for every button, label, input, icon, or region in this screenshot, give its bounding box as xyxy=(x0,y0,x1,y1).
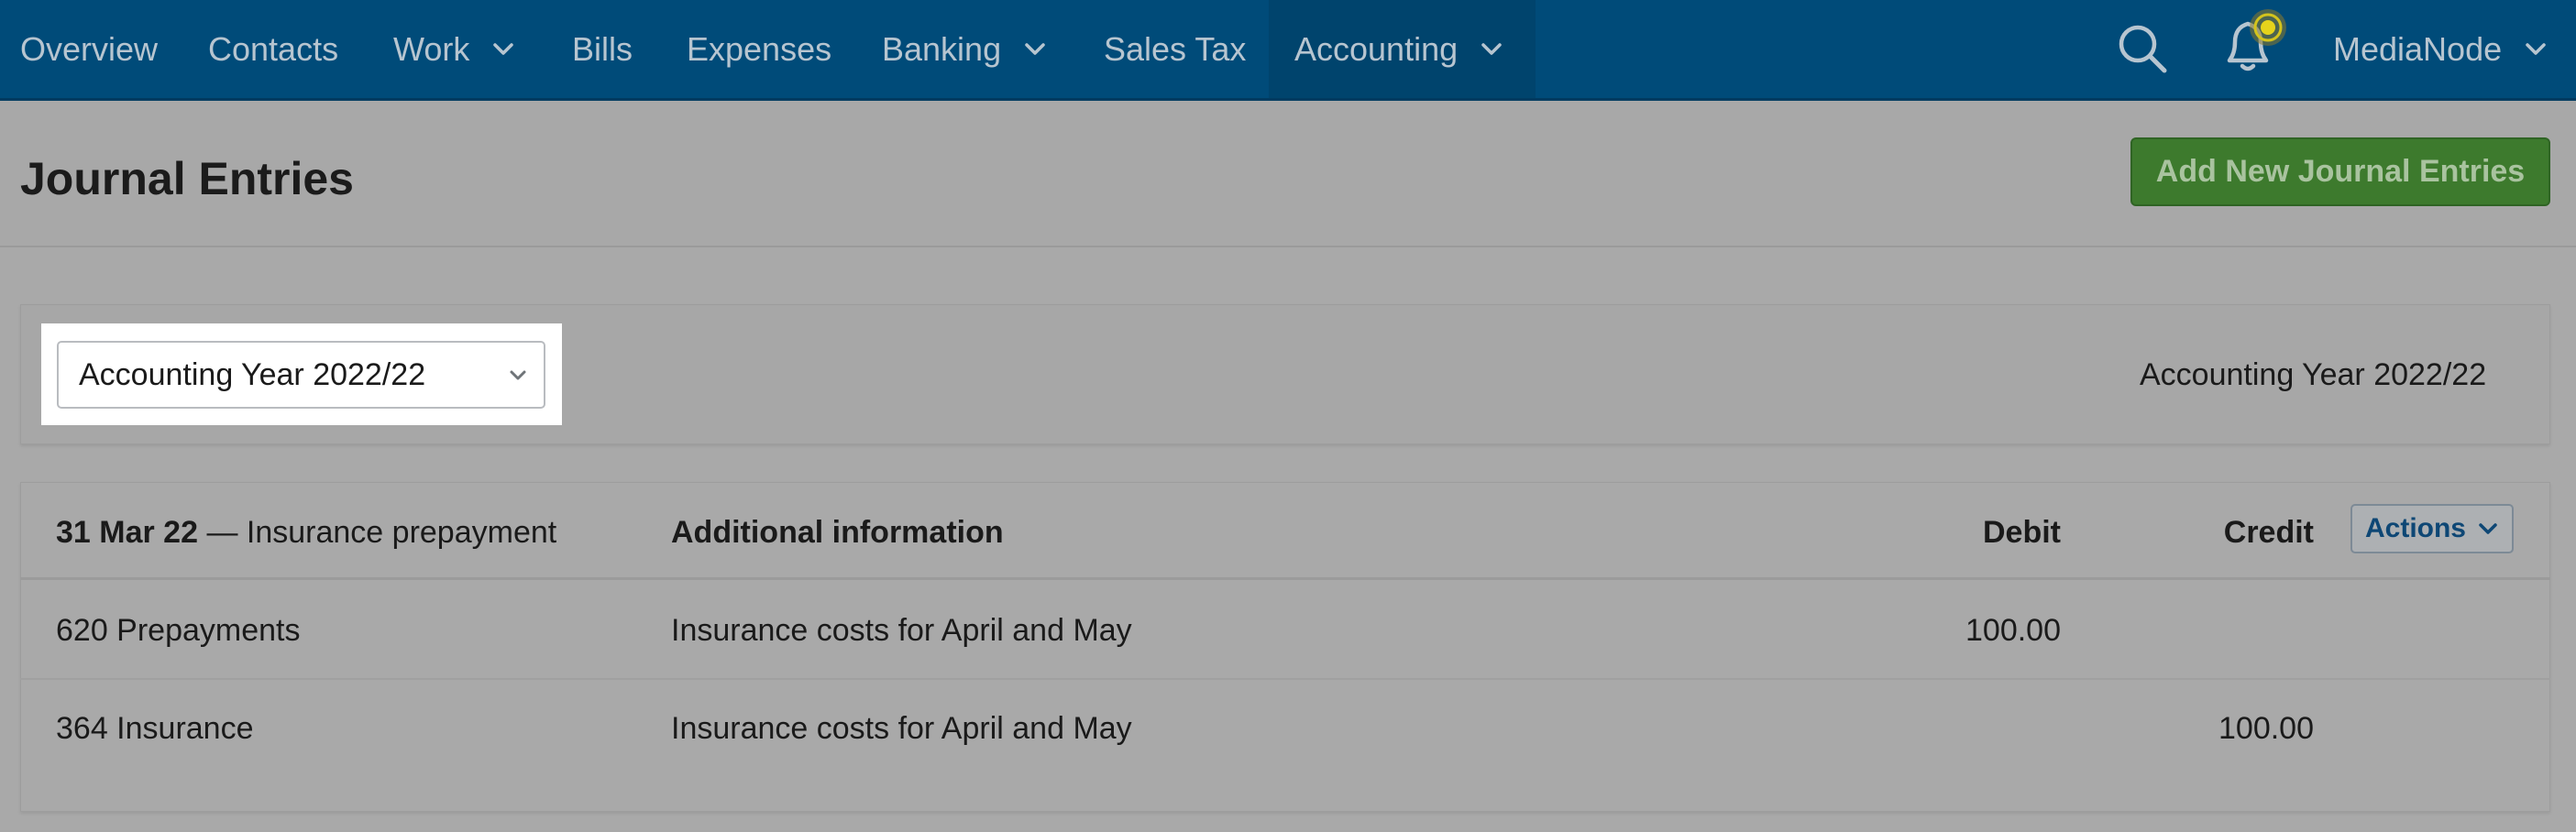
nav-item-work[interactable]: Work xyxy=(393,0,517,98)
column-header-info: Additional information xyxy=(671,515,1004,550)
row-info: Insurance costs for April and May xyxy=(671,711,1132,746)
nav-item-label: Work xyxy=(393,29,470,68)
entry-heading: 31 Mar 22 — Insurance prepayment xyxy=(56,515,556,551)
nav-item-sales-tax[interactable]: Sales Tax xyxy=(1104,0,1246,98)
nav-item-banking[interactable]: Banking xyxy=(882,0,1049,98)
nav-item-label: Overview xyxy=(20,29,159,68)
column-header-credit: Credit xyxy=(2223,515,2314,550)
column-header-debit: Debit xyxy=(1983,515,2061,550)
top-navigation: Overview Contacts Work Bills Expenses Ba… xyxy=(0,0,2576,101)
chevron-down-icon xyxy=(1481,42,1502,55)
row-debit: 100.00 xyxy=(1965,613,2061,648)
accounting-year-select[interactable]: Accounting Year 2022/22 xyxy=(57,341,545,409)
page-title: Journal Entries xyxy=(20,153,354,204)
entry-description: Insurance prepayment xyxy=(246,515,557,550)
bell-icon[interactable] xyxy=(2218,5,2286,75)
nav-item-accounting[interactable]: Accounting xyxy=(1269,0,1536,98)
row-info: Insurance costs for April and May xyxy=(671,613,1132,648)
chevron-down-icon xyxy=(2479,523,2497,534)
row-divider xyxy=(20,678,2550,680)
page-header: Journal Entries Add New Journal Entries xyxy=(0,101,2576,247)
nav-item-expenses[interactable]: Expenses xyxy=(687,0,831,98)
account-name: MediaNode xyxy=(2333,29,2503,68)
chevron-down-icon xyxy=(493,42,514,55)
search-icon[interactable] xyxy=(2116,22,2169,75)
row-credit: 100.00 xyxy=(2218,711,2314,746)
actions-button[interactable]: Actions xyxy=(2350,504,2514,553)
nav-item-contacts[interactable]: Contacts xyxy=(208,0,338,98)
accounting-year-label: Accounting Year 2022/22 xyxy=(2140,357,2487,392)
nav-item-overview[interactable]: Overview xyxy=(20,0,158,98)
row-account: 620 Prepayments xyxy=(56,613,301,648)
row-account: 364 Insurance xyxy=(56,711,254,746)
nav-item-label: Banking xyxy=(882,29,1002,68)
nav-item-label: Expenses xyxy=(687,29,832,68)
nav-item-label: Sales Tax xyxy=(1104,29,1247,68)
entry-date: 31 Mar 22 xyxy=(56,515,198,550)
nav-item-label: Accounting xyxy=(1294,29,1459,68)
nav-item-label: Contacts xyxy=(208,29,339,68)
add-journal-entries-button[interactable]: Add New Journal Entries xyxy=(2130,137,2550,206)
actions-label: Actions xyxy=(2364,513,2466,543)
selected-year: Accounting Year 2022/22 xyxy=(79,356,426,392)
nav-item-label: Bills xyxy=(572,29,633,68)
account-menu[interactable]: MediaNode xyxy=(2333,0,2549,98)
chevron-down-icon xyxy=(1025,42,1045,55)
chevron-down-icon xyxy=(510,370,526,380)
entry-separator: — xyxy=(206,515,238,550)
nav-item-bills[interactable]: Bills xyxy=(572,0,633,98)
chevron-down-icon xyxy=(2526,42,2546,55)
header-divider xyxy=(20,577,2550,580)
